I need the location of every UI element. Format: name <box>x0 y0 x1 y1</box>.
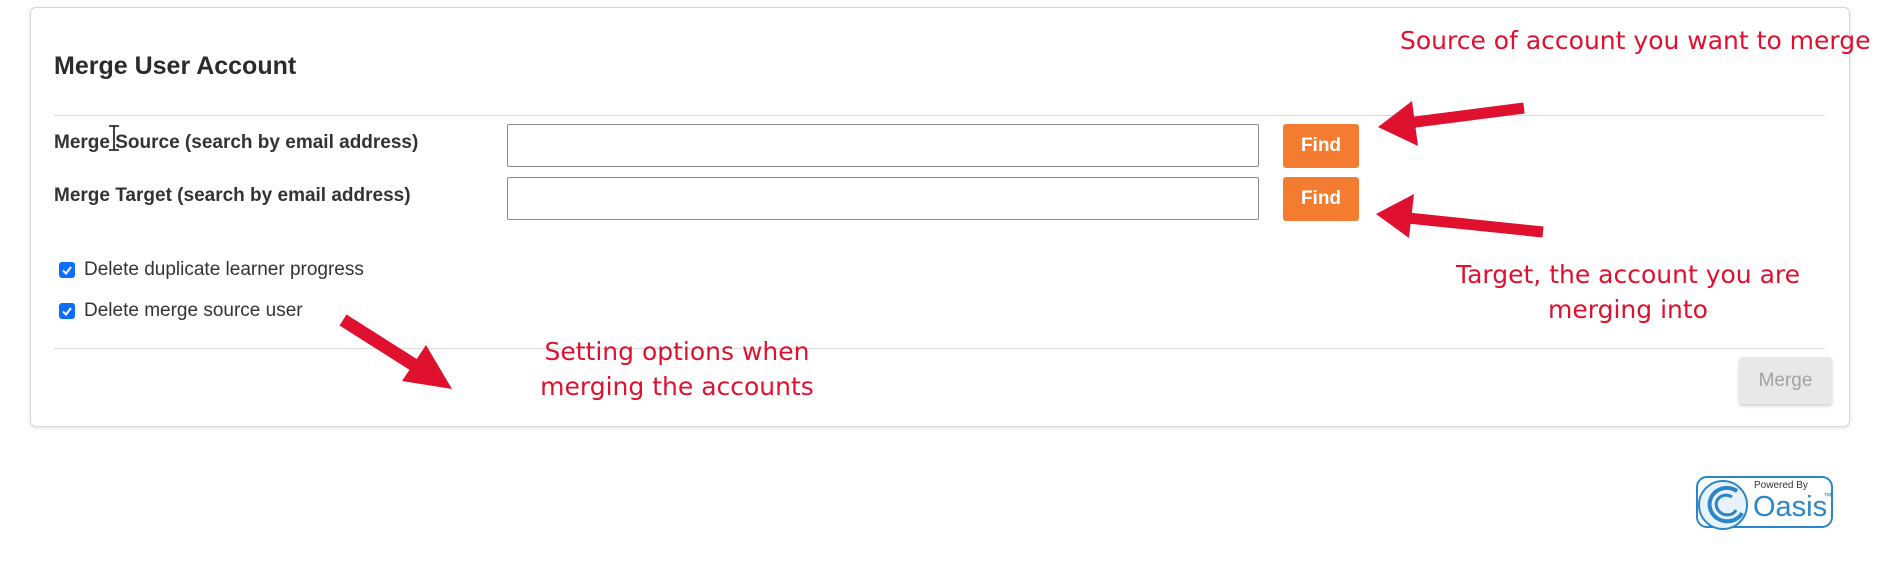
annotation-source: Source of account you want to merge <box>1400 26 1871 55</box>
annotation-options-line: Setting options when <box>544 337 810 366</box>
checkmark-icon <box>62 266 72 276</box>
annotation-target-line: Target, the account you are <box>1455 260 1801 289</box>
checkbox-delete-source-user[interactable] <box>59 303 75 319</box>
merge-account-card: Merge User Account Merge Source (search … <box>30 7 1850 427</box>
merge-target-label: Merge Target (search by email address) <box>54 185 411 206</box>
option-label: Delete duplicate learner progress <box>84 259 364 280</box>
text-cursor-icon <box>109 125 119 151</box>
header-divider <box>54 115 1825 116</box>
footer-divider <box>54 348 1825 349</box>
option-delete-source-user[interactable]: Delete merge source user <box>59 300 303 322</box>
oasis-brand-text: Oasis <box>1753 491 1828 523</box>
checkmark-icon <box>62 307 72 317</box>
annotation-options-line: merging the accounts <box>540 372 814 401</box>
trademark-symbol: ™ <box>1823 491 1832 501</box>
find-target-button[interactable]: Find <box>1283 177 1359 221</box>
checkbox-duplicate-progress[interactable] <box>59 262 75 278</box>
merge-button[interactable]: Merge <box>1739 357 1832 404</box>
powered-by-text: Powered By <box>1754 480 1808 491</box>
option-delete-duplicate-progress[interactable]: Delete duplicate learner progress <box>59 259 364 281</box>
oasis-logo: Powered By Oasis ™ <box>1696 475 1836 538</box>
card-title: Merge User Account <box>54 52 297 80</box>
find-source-button[interactable]: Find <box>1283 124 1359 168</box>
merge-target-input[interactable] <box>507 177 1259 220</box>
option-label: Delete merge source user <box>84 300 303 321</box>
annotation-options: Setting options when merging the account… <box>532 334 822 404</box>
merge-source-input[interactable] <box>507 124 1259 167</box>
annotation-target-line: merging into <box>1548 295 1708 324</box>
annotation-target: Target, the account you are merging into <box>1448 257 1808 327</box>
